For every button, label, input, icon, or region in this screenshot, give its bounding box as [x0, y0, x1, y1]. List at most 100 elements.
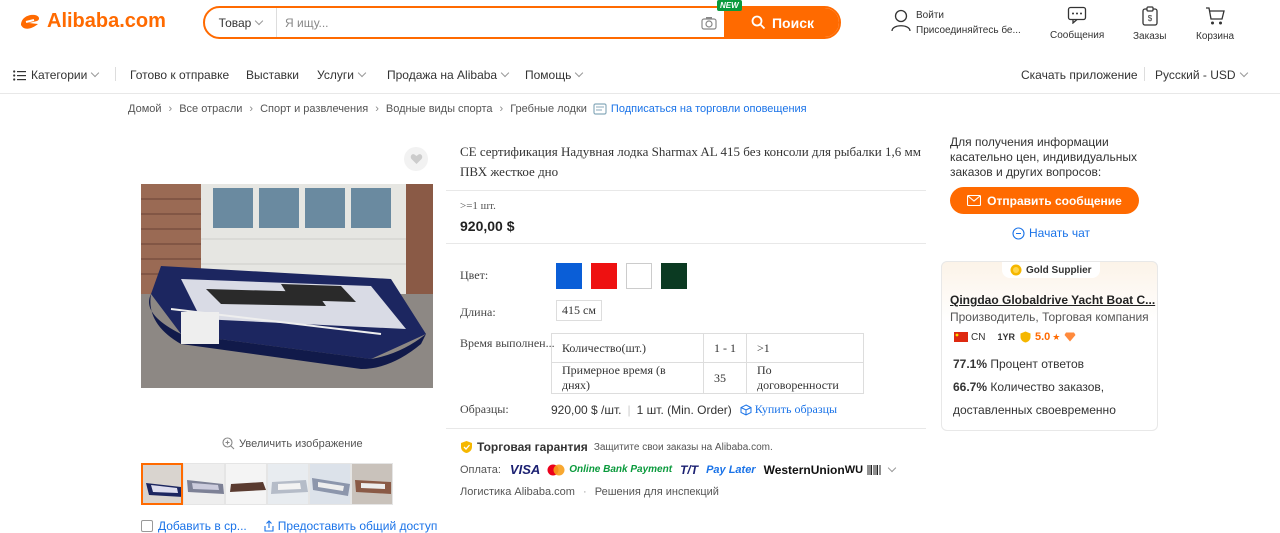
response-rate: 77.1%: [953, 357, 988, 371]
messages-label: Сообщения: [1050, 30, 1105, 41]
breadcrumb-item[interactable]: Гребные лодки: [510, 103, 587, 115]
thumbnail[interactable]: [225, 463, 267, 505]
nav-sell[interactable]: Продажа на Alibaba: [387, 68, 510, 82]
buy-samples-link[interactable]: Купить образцы: [736, 402, 837, 417]
table-cell: >1: [746, 333, 864, 363]
chevron-down-icon: [500, 68, 510, 78]
divider: [446, 243, 926, 244]
share-icon: [264, 520, 274, 532]
alibaba-logo[interactable]: Alibaba.com: [18, 10, 166, 33]
color-swatch-blue[interactable]: [556, 263, 582, 289]
search-button-label: Поиск: [771, 14, 814, 31]
breadcrumb-item[interactable]: Водные виды спорта: [386, 103, 493, 115]
star-icon: ★: [1052, 331, 1061, 342]
trade-assurance[interactable]: Торговая гарантия Защитите свои заказы н…: [460, 440, 773, 454]
nav-separator: [1144, 67, 1145, 81]
nav-language-currency[interactable]: Русский - USD: [1155, 68, 1248, 82]
user-icon: [891, 9, 911, 32]
search-button[interactable]: Поиск: [724, 8, 839, 37]
nav-services-label: Услуги: [317, 68, 354, 82]
nav-exhibitions-label: Выставки: [246, 68, 299, 82]
nav-services[interactable]: Услуги: [317, 68, 367, 82]
camera-icon[interactable]: [694, 16, 724, 30]
thumbnail[interactable]: [309, 463, 351, 505]
zoom-image-link[interactable]: Увеличить изображение: [222, 437, 363, 450]
chevron-down-icon: [255, 16, 264, 25]
diamond-icon: [1064, 332, 1076, 342]
length-option[interactable]: 415 см: [556, 300, 602, 321]
breadcrumb: Домой › Все отрасли › Спорт и развлечения ›…: [128, 102, 807, 115]
favorite-button[interactable]: [404, 147, 428, 171]
table-cell: По договоренности: [746, 362, 864, 394]
breadcrumb-item[interactable]: Спорт и развлечения: [260, 103, 368, 115]
supplier-meta: CN 1YR 5.0 ★: [954, 331, 1076, 343]
nav-help[interactable]: Помощь: [525, 68, 584, 82]
alibaba-logo-icon: [21, 14, 40, 29]
header: Alibaba.com Товар Поиск NEW Войти Присое…: [0, 0, 1280, 50]
messages-icon: [1067, 6, 1087, 24]
color-swatch-red[interactable]: [591, 263, 617, 289]
chevron-down-icon[interactable]: [887, 463, 897, 472]
thumbnail-strip: [141, 463, 393, 505]
supplier-name[interactable]: Qingdao Globaldrive Yacht Boat C...: [950, 293, 1155, 307]
logistics-label[interactable]: Логистика Alibaba.com: [460, 486, 575, 498]
color-label: Цвет:: [460, 268, 489, 282]
thumbnail[interactable]: [267, 463, 309, 505]
product-main-image[interactable]: [141, 184, 433, 388]
subscribe-link[interactable]: Подписаться на торговли оповещения: [593, 102, 807, 115]
table-cell: Количество(шт.): [551, 333, 704, 363]
payment-methods: Оплата: VISA Online Bank Payment T/T Pay…: [460, 462, 897, 477]
table-row: Количество(шт.) 1 - 1 >1: [551, 333, 864, 363]
chevron-down-icon: [91, 68, 100, 78]
send-message-button[interactable]: Отправить сообщение: [950, 187, 1139, 214]
orders-link[interactable]: $ Заказы: [1133, 6, 1166, 42]
search-category-select[interactable]: Товар: [205, 8, 277, 37]
guarantee-text: Защитите свои заказы на Alibaba.com.: [593, 441, 773, 453]
breadcrumb-arrow: ›: [249, 102, 254, 115]
heart-icon: [410, 154, 422, 164]
nav-download-app[interactable]: Скачать приложение: [1021, 68, 1138, 82]
gold-supplier-label: Gold Supplier: [1026, 264, 1092, 276]
breadcrumb-item[interactable]: Все отрасли: [179, 103, 242, 115]
cart-label: Корзина: [1196, 31, 1235, 42]
table-row: Примерное время (в днях) 35 По договорен…: [551, 362, 864, 394]
wu-logo: WU: [844, 463, 864, 476]
orders-icon: $: [1142, 6, 1158, 26]
thumbnail[interactable]: [351, 463, 393, 505]
product-title: CE сертификация Надувная лодка Sharmax A…: [460, 144, 921, 179]
menu-icon: [13, 69, 26, 81]
inspection-label[interactable]: Решения для инспекций: [595, 486, 719, 498]
ontime-rate-row: 66.7% Количество заказов,: [953, 380, 1104, 394]
compare-checkbox[interactable]: [141, 520, 153, 532]
nav-exhibitions[interactable]: Выставки: [246, 68, 299, 82]
messages-link[interactable]: Сообщения: [1050, 6, 1104, 41]
lead-time-table: Количество(шт.) 1 - 1 >1 Примерное время…: [551, 333, 864, 394]
search-input[interactable]: [277, 8, 694, 37]
thumbnail[interactable]: [183, 463, 225, 505]
table-cell: 35: [703, 362, 747, 394]
join-label: Присоединяйтесь бе...: [916, 25, 1021, 36]
logo-text: Alibaba.com: [47, 10, 166, 32]
color-swatch-green[interactable]: [661, 263, 687, 289]
signin-link[interactable]: Войти Присоединяйтесь бе...: [890, 8, 1021, 38]
guarantee-title: Торговая гарантия: [477, 440, 588, 454]
cart-icon: [1206, 7, 1225, 25]
supplier-card: Gold Supplier Qingdao Globaldrive Yacht …: [941, 261, 1158, 431]
mastercard-icon: [547, 464, 565, 475]
cart-link[interactable]: Корзина: [1196, 6, 1234, 42]
thumbnail[interactable]: [141, 463, 183, 505]
nav-categories[interactable]: Категории: [13, 68, 100, 82]
start-chat-link[interactable]: Начать чат: [1012, 226, 1090, 240]
nav-ready-to-ship[interactable]: Готово к отправке: [130, 68, 229, 82]
search-icon: [751, 15, 766, 30]
color-swatch-white[interactable]: [626, 263, 652, 289]
chat-icon: [1012, 226, 1025, 240]
breadcrumb-item[interactable]: Домой: [128, 103, 162, 115]
length-label: Длина:: [460, 305, 496, 319]
pay-later-logo: Pay Later: [706, 463, 756, 476]
search-category-label: Товар: [218, 15, 252, 30]
chevron-down-icon: [1239, 68, 1248, 78]
barcode-icon: [867, 464, 881, 475]
samples-label: Образцы:: [460, 402, 509, 416]
shield-icon: [461, 441, 472, 453]
